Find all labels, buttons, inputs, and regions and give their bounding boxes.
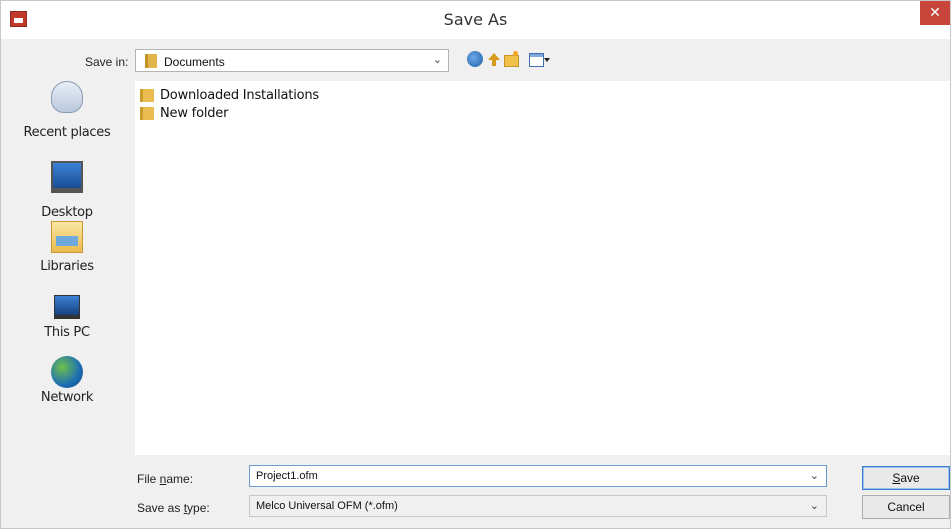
place-label: Libraries bbox=[40, 259, 94, 274]
save-in-value: Documents bbox=[164, 55, 225, 69]
dialog-title: Save As bbox=[443, 10, 508, 29]
desktop-icon bbox=[51, 161, 83, 193]
save-as-dialog: Save As ✕ Save in: Documents ⌄ Recent pl… bbox=[0, 0, 951, 529]
chevron-down-icon: ⌄ bbox=[809, 500, 819, 512]
cancel-button[interactable]: Cancel bbox=[862, 495, 950, 519]
save-in-label: Save in: bbox=[85, 55, 129, 69]
place-label: Network bbox=[40, 390, 94, 405]
place-label: Recent places bbox=[23, 125, 111, 140]
recent-places-icon bbox=[51, 81, 83, 113]
save-as-type-value: Melco Universal OFM (*.ofm) bbox=[256, 500, 398, 512]
place-libraries[interactable]: Libraries bbox=[3, 221, 131, 281]
file-name-value: Project1.ofm bbox=[256, 470, 318, 482]
place-recent-places[interactable]: Recent places bbox=[3, 81, 131, 141]
folder-icon bbox=[140, 107, 154, 120]
chevron-down-icon: ⌄ bbox=[432, 54, 442, 66]
chevron-down-icon[interactable]: ⌄ bbox=[810, 469, 819, 482]
title-bar: Save As ✕ bbox=[1, 1, 950, 39]
file-name-input[interactable]: Project1.ofm ⌄ bbox=[249, 465, 827, 487]
this-pc-icon bbox=[54, 295, 80, 319]
place-label: Desktop bbox=[41, 205, 93, 220]
save-button[interactable]: Save bbox=[862, 466, 950, 490]
file-name-label: File name: bbox=[137, 472, 194, 486]
file-name: New folder bbox=[160, 106, 229, 121]
network-icon bbox=[51, 356, 83, 388]
save-in-dropdown[interactable]: Documents ⌄ bbox=[135, 49, 449, 72]
save-as-type-label: Save as type: bbox=[137, 501, 210, 515]
place-network[interactable]: Network bbox=[3, 356, 131, 416]
close-button[interactable]: ✕ bbox=[920, 1, 950, 25]
views-menu-icon[interactable] bbox=[529, 51, 553, 67]
back-icon[interactable] bbox=[467, 51, 483, 67]
close-icon: ✕ bbox=[929, 4, 941, 20]
libraries-icon bbox=[51, 221, 83, 253]
file-name: Downloaded Installations bbox=[160, 88, 319, 103]
places-bar: Recent places Desktop Libraries This PC … bbox=[3, 81, 131, 456]
save-as-type-dropdown[interactable]: Melco Universal OFM (*.ofm) ⌄ bbox=[249, 495, 827, 517]
file-list[interactable]: Downloaded Installations New folder bbox=[135, 81, 950, 455]
folder-icon bbox=[140, 89, 154, 102]
place-desktop[interactable]: Desktop bbox=[3, 161, 131, 221]
new-folder-icon[interactable] bbox=[503, 51, 519, 67]
place-this-pc[interactable]: This PC bbox=[3, 291, 131, 351]
folder-icon bbox=[145, 54, 157, 68]
up-folder-icon[interactable] bbox=[486, 51, 502, 67]
place-label: This PC bbox=[44, 325, 90, 340]
